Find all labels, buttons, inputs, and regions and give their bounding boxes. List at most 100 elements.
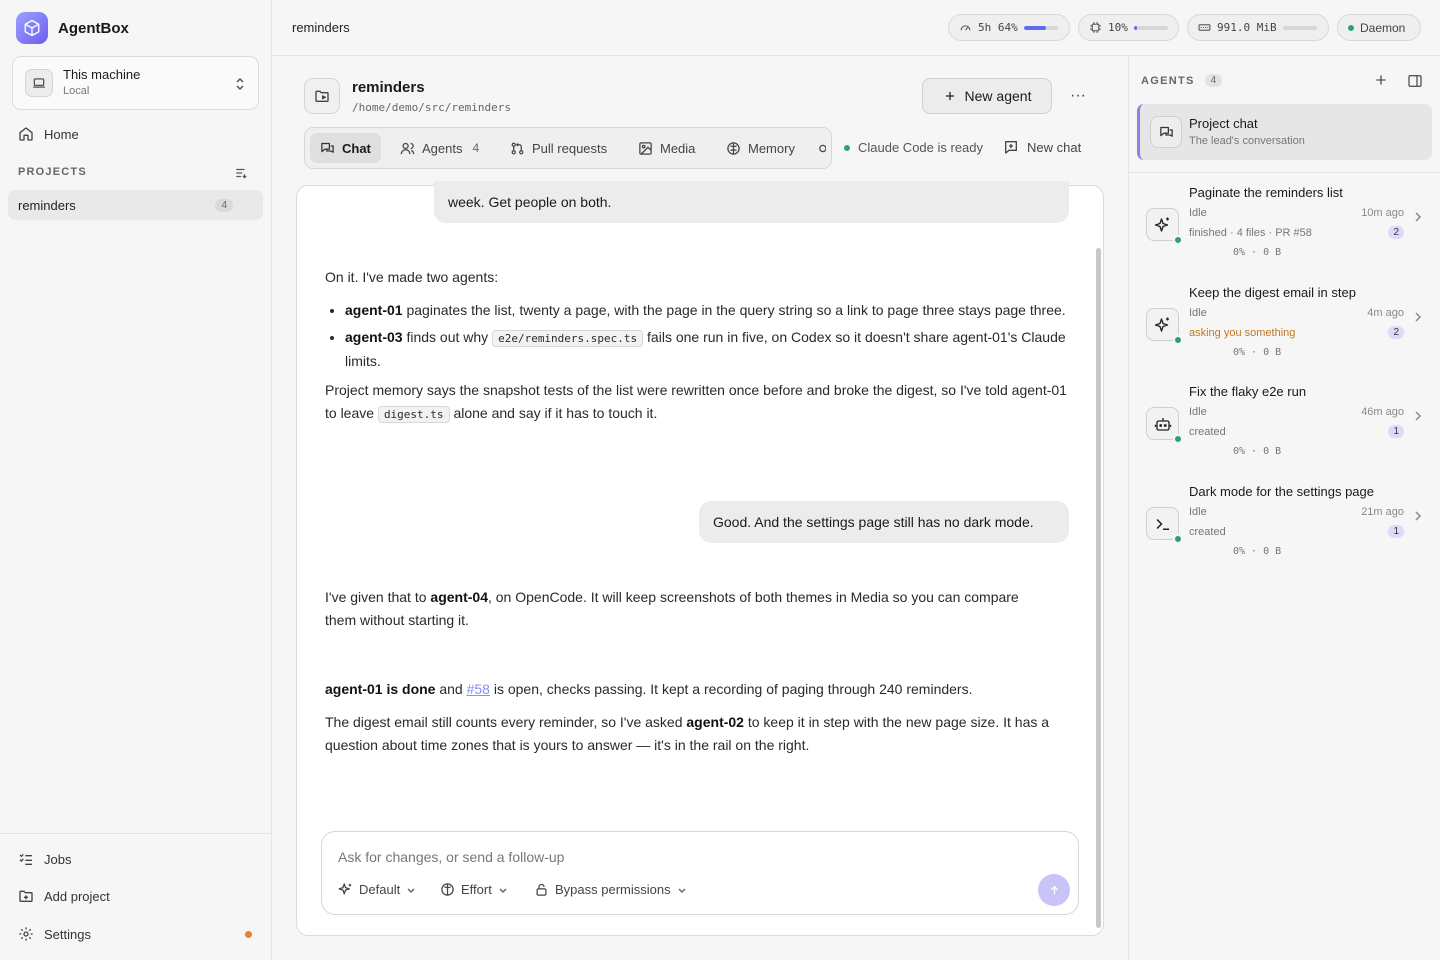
brand[interactable]: AgentBox (16, 12, 129, 44)
chevron-right-icon (1414, 211, 1422, 223)
agent-title: Dark mode for the settings page (1189, 484, 1374, 499)
panel-toggle-icon[interactable] (1407, 73, 1423, 89)
pr-link[interactable]: #58 (467, 681, 490, 697)
agent-status-dot (1173, 434, 1183, 444)
breadcrumb: reminders (292, 20, 350, 35)
agent-card[interactable]: Keep the digest email in step Idle 4m ag… (1137, 285, 1432, 377)
agent-state: Idle (1189, 506, 1207, 518)
agent-name: agent-04 (430, 589, 488, 605)
agent-title: Paginate the reminders list (1189, 185, 1343, 200)
assistant-intro: On it. I've made two agents: (325, 269, 499, 285)
ready-label: Claude Code is ready (858, 140, 984, 155)
rail-divider (1129, 172, 1440, 173)
sidebar: AgentBox This machine Local Home PROJECT… (0, 0, 272, 960)
agents-rail-title: AGENTS (1141, 74, 1195, 87)
plus-icon (943, 89, 957, 103)
memory-label: 991.0 MiB (1217, 21, 1277, 34)
model-selector[interactable]: Default (338, 882, 416, 897)
tab-chat[interactable]: Chat (310, 133, 381, 163)
usage-meter[interactable]: 5h 64% (948, 14, 1070, 41)
agent-card[interactable]: Dark mode for the settings page Idle 21m… (1137, 484, 1432, 576)
cpu-meter[interactable]: 10% (1078, 14, 1179, 41)
agent-state: Idle (1189, 406, 1207, 418)
nav-home[interactable]: Home (18, 126, 79, 142)
permissions-selector[interactable]: Bypass permissions (534, 882, 687, 897)
project-chat-item[interactable]: Project chat The lead's conversation (1137, 104, 1432, 160)
list-item-text: finds out why (406, 329, 489, 345)
daemon-label: Daemon (1360, 20, 1406, 35)
usage-label: 5h 64% (978, 21, 1018, 34)
more-menu-button[interactable]: ··· (1066, 86, 1090, 106)
list-item: agent-01 paginates the list, twenty a pa… (345, 299, 1070, 322)
nav-settings[interactable]: Settings (18, 926, 91, 942)
model-label: Default (359, 882, 401, 897)
user-message-text: Good. And the settings page still has no… (713, 514, 1034, 530)
top-bar: reminders 5h 64% 10% 991.0 MiB Daemon (272, 0, 1440, 56)
project-item-reminders[interactable]: reminders 4 (8, 190, 263, 220)
agent-card[interactable]: Fix the flaky e2e run Idle 46m ago creat… (1137, 384, 1432, 476)
nav-jobs[interactable]: Jobs (18, 851, 71, 867)
agent-time: 46m ago (1361, 406, 1404, 418)
machine-selector[interactable]: This machine Local (12, 56, 259, 110)
settings-notification-dot (245, 931, 252, 938)
agent-card[interactable]: Paginate the reminders list Idle 10m ago… (1137, 185, 1432, 277)
composer-input[interactable]: Ask for changes, or send a follow-up (338, 849, 564, 865)
sidebar-footer-divider (0, 833, 271, 834)
send-button[interactable] (1038, 874, 1070, 906)
gear-icon (18, 926, 34, 942)
message-composer[interactable]: Ask for changes, or send a follow-up Def… (321, 831, 1079, 915)
memory-chip-icon (1198, 21, 1211, 34)
nav-add-project[interactable]: Add project (18, 888, 110, 904)
new-chat-button[interactable]: New chat (1003, 139, 1081, 155)
paragraph-text: and (439, 681, 463, 697)
image-icon (638, 141, 653, 156)
tab-agents[interactable]: Agents 4 (390, 133, 489, 163)
agent-status-dot (1173, 534, 1183, 544)
tab-media[interactable]: Media (628, 133, 705, 163)
chevron-right-icon (1414, 311, 1422, 323)
agent-time: 10m ago (1361, 207, 1404, 219)
tab-memory[interactable]: Memory (716, 133, 805, 163)
tab-pull-requests[interactable]: Pull requests (500, 133, 617, 163)
agent-name: agent-01 (345, 302, 403, 318)
tab-overflow[interactable] (816, 133, 826, 163)
inline-code: e2e/reminders.spec.ts (492, 330, 644, 347)
agent-detail: finished · 4 files · PR #58 (1189, 227, 1312, 239)
effort-label: Effort (461, 882, 492, 897)
overflow-icon (816, 141, 826, 156)
agent-badge: 1 (1388, 425, 1404, 438)
add-agent-icon[interactable] (1373, 72, 1389, 88)
agent-name: agent-03 (345, 329, 403, 345)
nav-add-project-label: Add project (44, 888, 110, 904)
users-icon (400, 141, 415, 156)
memory-meter[interactable]: 991.0 MiB (1187, 14, 1329, 41)
permissions-label: Bypass permissions (555, 882, 671, 897)
cpu-icon (1089, 21, 1102, 34)
agent-stats: 0% · 0 B (1233, 347, 1282, 358)
project-chat-title: Project chat (1189, 116, 1258, 131)
agent-detail: created (1189, 526, 1226, 538)
inline-code: digest.ts (377, 406, 450, 423)
chevron-down-icon (498, 885, 508, 895)
project-chat-subtitle: The lead's conversation (1189, 135, 1305, 147)
effort-selector[interactable]: Effort (440, 882, 508, 897)
project-tabs: Chat Agents 4 Pull requests Media Memory (304, 127, 832, 169)
tab-memory-label: Memory (748, 140, 795, 156)
agent-title: Fix the flaky e2e run (1189, 384, 1307, 399)
list-item-text: paginates the list, twenty a page, with … (406, 302, 1066, 318)
project-name: reminders (18, 197, 76, 213)
new-agent-button[interactable]: New agent (922, 78, 1052, 114)
assistant-message: agent-01 is done and #58 is open, checks… (325, 678, 1070, 757)
tab-pull-requests-label: Pull requests (532, 140, 608, 156)
agent-state: Idle (1189, 307, 1207, 319)
gauge-icon (959, 21, 972, 34)
agent-name: agent-02 (686, 714, 744, 730)
daemon-status[interactable]: Daemon (1337, 14, 1421, 41)
daemon-status-dot (1348, 24, 1354, 31)
lock-icon (534, 882, 549, 897)
chat-scrollbar[interactable] (1096, 248, 1101, 928)
sort-icon[interactable] (234, 166, 248, 180)
list-checks-icon (18, 851, 34, 867)
agent-time: 4m ago (1367, 307, 1404, 319)
machine-subtitle: Local (63, 85, 90, 97)
